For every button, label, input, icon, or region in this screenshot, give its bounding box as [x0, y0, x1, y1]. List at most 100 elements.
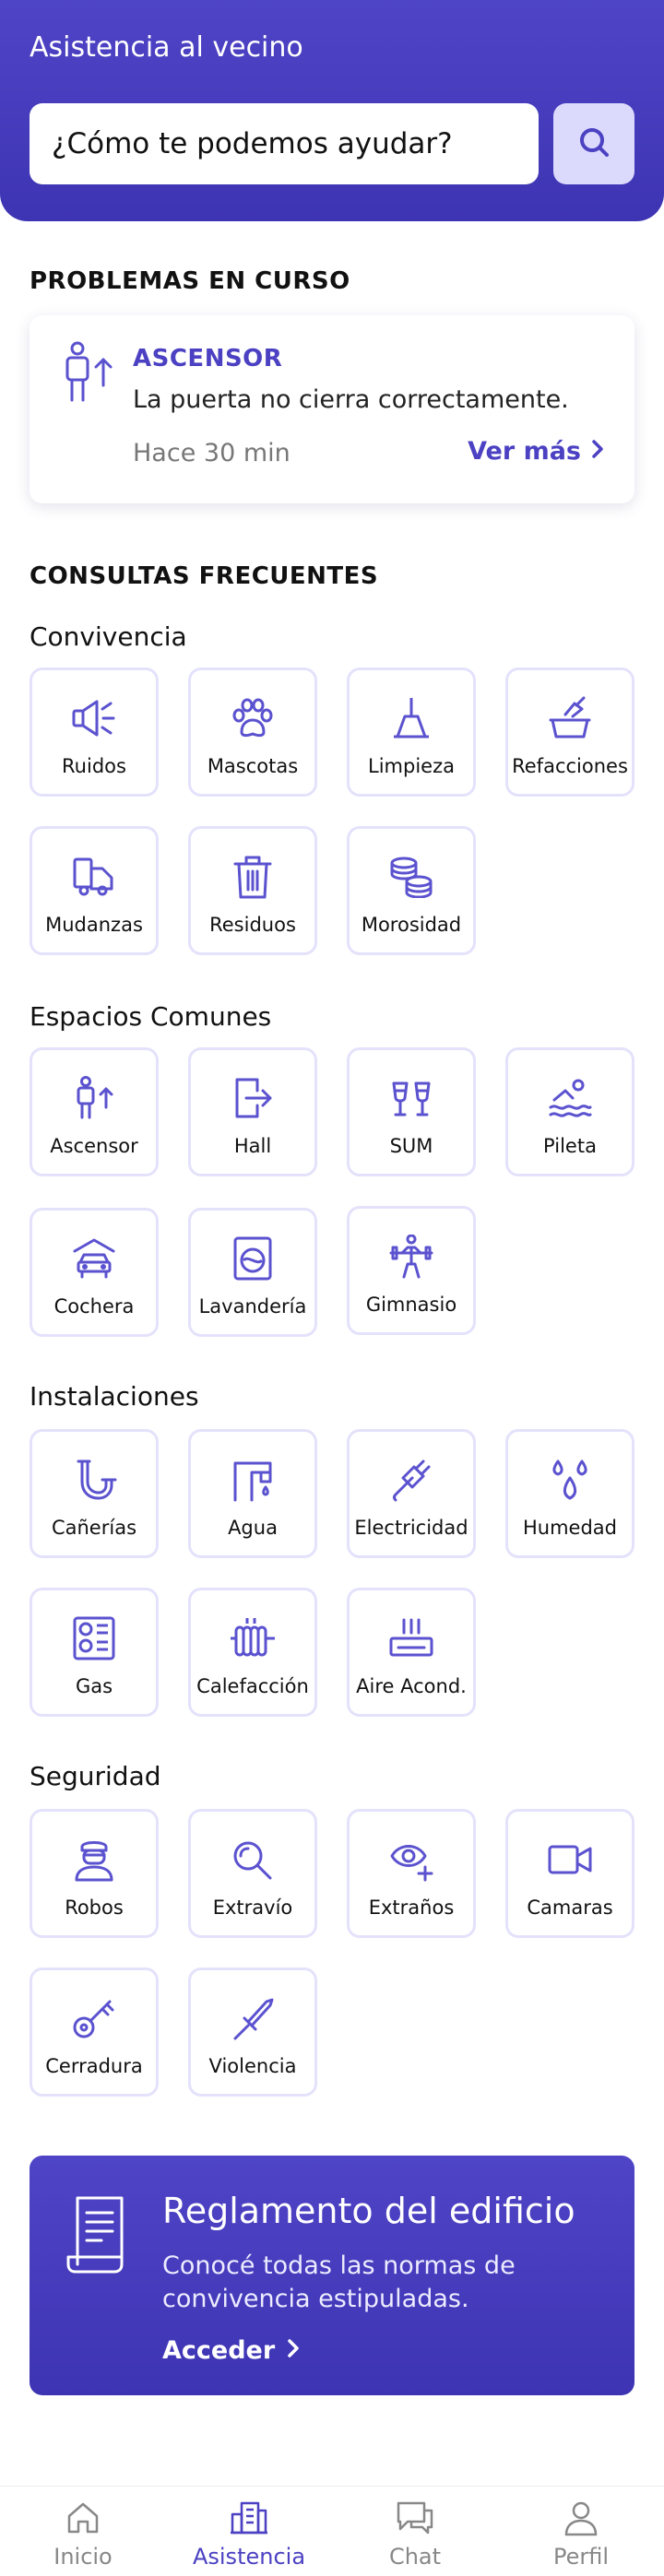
tile-label: SUM	[389, 1135, 433, 1157]
tile-ascensor[interactable]: Ascensor	[30, 1047, 159, 1176]
problem-description: La puerta no cierra correctamente.	[133, 385, 569, 414]
tile-humedad[interactable]: Humedad	[505, 1429, 634, 1558]
weightlifter-icon	[387, 1235, 435, 1279]
search-placeholder: ¿Cómo te podemos ayudar?	[52, 127, 453, 160]
moving-truck-icon	[71, 855, 117, 899]
droplets-icon	[547, 1458, 593, 1502]
tile-cochera[interactable]: Cochera	[30, 1208, 159, 1337]
tile-morosidad[interactable]: Morosidad	[347, 826, 476, 955]
radiator-icon	[229, 1616, 277, 1660]
pipe-icon	[71, 1458, 117, 1502]
nav-item-perfil[interactable]: Perfil	[498, 2487, 664, 2576]
access-link[interactable]: Acceder	[162, 2336, 301, 2365]
tile-label: Extraños	[368, 1897, 455, 1919]
tile-label: Pileta	[543, 1135, 597, 1157]
tile-label: Refacciones	[512, 755, 628, 777]
tile-pileta[interactable]: Pileta	[505, 1047, 634, 1176]
tile-hall[interactable]: Hall	[188, 1047, 317, 1176]
tile-label: Agua	[228, 1517, 278, 1539]
elevator-icon	[71, 1076, 117, 1120]
nav-label: Perfil	[552, 2544, 610, 2570]
tile-label: Gimnasio	[365, 1294, 457, 1316]
faq-section-title: CONSULTAS FRECUENTES	[30, 562, 379, 590]
trowel-icon	[547, 696, 593, 740]
tile-extravio[interactable]: Extravío	[188, 1809, 317, 1938]
banner-text: Conocé todas las normas de convivencia e…	[162, 2251, 516, 2313]
rules-banner[interactable]: Reglamento del edificio Conocé todas las…	[30, 2156, 634, 2395]
nav-item-chat[interactable]: Chat	[332, 2487, 498, 2576]
key-icon	[71, 1996, 117, 2040]
megaphone-icon	[71, 696, 117, 740]
tile-limpieza[interactable]: Limpieza	[347, 668, 476, 797]
tile-label: Lavandería	[198, 1295, 307, 1318]
tile-label: Cochera	[53, 1295, 135, 1318]
group-title-instalaciones: Instalaciones	[30, 1381, 199, 1412]
tile-label: Cerradura	[45, 2055, 143, 2077]
tile-gas[interactable]: Gas	[30, 1588, 159, 1717]
air-conditioner-icon	[387, 1616, 435, 1660]
tile-gimnasio[interactable]: Gimnasio	[347, 1206, 476, 1335]
tile-label: Robos	[65, 1897, 124, 1919]
magnifier-icon	[230, 1837, 276, 1882]
tile-label: Residuos	[209, 914, 296, 936]
tile-label: Limpieza	[368, 755, 455, 777]
tile-label: Cañerías	[51, 1517, 137, 1539]
tile-extranos[interactable]: Extraños	[347, 1809, 476, 1938]
washing-machine-icon	[230, 1236, 276, 1281]
faucet-icon	[230, 1458, 276, 1502]
page-title: Asistencia al vecino	[30, 31, 303, 64]
tile-label: Mascotas	[207, 755, 299, 777]
glasses-cheers-icon	[388, 1076, 434, 1120]
tile-label: Extravío	[212, 1897, 293, 1919]
tile-electricidad[interactable]: Electricidad	[347, 1429, 476, 1558]
ongoing-problem-card[interactable]: ASCENSOR La puerta no cierra correctamen…	[30, 315, 634, 503]
tile-mudanzas[interactable]: Mudanzas	[30, 826, 159, 955]
tile-label: Morosidad	[361, 914, 462, 936]
tile-label: Aire Acond.	[356, 1675, 467, 1697]
tile-robos[interactable]: Robos	[30, 1809, 159, 1938]
tile-ruidos[interactable]: Ruidos	[30, 668, 159, 797]
tile-calefaccion[interactable]: Calefacción	[188, 1588, 317, 1717]
tile-label: Violencia	[208, 2055, 297, 2077]
gas-stove-icon	[71, 1616, 117, 1660]
nav-item-inicio[interactable]: Inicio	[0, 2487, 166, 2576]
tile-camaras[interactable]: Camaras	[505, 1809, 634, 1938]
nav-label: Asistencia	[192, 2544, 306, 2570]
tile-label: Ruidos	[62, 755, 126, 777]
tile-label: Mudanzas	[45, 914, 143, 936]
thief-icon	[71, 1837, 117, 1882]
tile-refacciones[interactable]: Refacciones	[505, 668, 634, 797]
tile-violencia[interactable]: Violencia	[188, 1967, 317, 2097]
bottom-navigation: Inicio Asistencia Chat Perfil	[0, 2486, 664, 2576]
eye-plus-icon	[388, 1837, 434, 1882]
home-icon	[65, 2499, 101, 2540]
nav-label: Inicio	[53, 2544, 113, 2570]
tile-sum[interactable]: SUM	[347, 1047, 476, 1176]
tile-aire-acond[interactable]: Aire Acond.	[347, 1588, 476, 1717]
chevron-right-icon	[286, 2336, 301, 2365]
problem-category: ASCENSOR	[133, 345, 283, 372]
document-scroll-icon	[65, 2192, 135, 2279]
tile-cerradura[interactable]: Cerradura	[30, 1967, 159, 2097]
tile-label: Calefacción	[196, 1675, 309, 1697]
garage-car-icon	[71, 1236, 117, 1281]
video-camera-icon	[546, 1837, 594, 1882]
tile-label: Ascensor	[50, 1135, 138, 1157]
swimmer-icon	[547, 1076, 593, 1120]
problem-timestamp: Hace 30 min	[133, 439, 290, 467]
tile-mascotas[interactable]: Mascotas	[188, 668, 317, 797]
door-exit-icon	[230, 1076, 276, 1120]
tile-residuos[interactable]: Residuos	[188, 826, 317, 955]
search-button[interactable]	[553, 103, 634, 184]
tile-lavanderia[interactable]: Lavandería	[188, 1208, 317, 1337]
nav-label: Chat	[388, 2544, 442, 2570]
search-icon	[575, 124, 612, 164]
nav-item-asistencia[interactable]: Asistencia	[166, 2487, 332, 2576]
tile-canerias[interactable]: Cañerías	[30, 1429, 159, 1558]
tile-agua[interactable]: Agua	[188, 1429, 317, 1558]
access-label: Acceder	[162, 2336, 276, 2365]
see-more-link[interactable]: Ver más	[468, 437, 605, 466]
search-input[interactable]: ¿Cómo te podemos ayudar?	[30, 103, 539, 184]
building-icon	[229, 2499, 269, 2540]
broom-icon	[388, 696, 434, 740]
